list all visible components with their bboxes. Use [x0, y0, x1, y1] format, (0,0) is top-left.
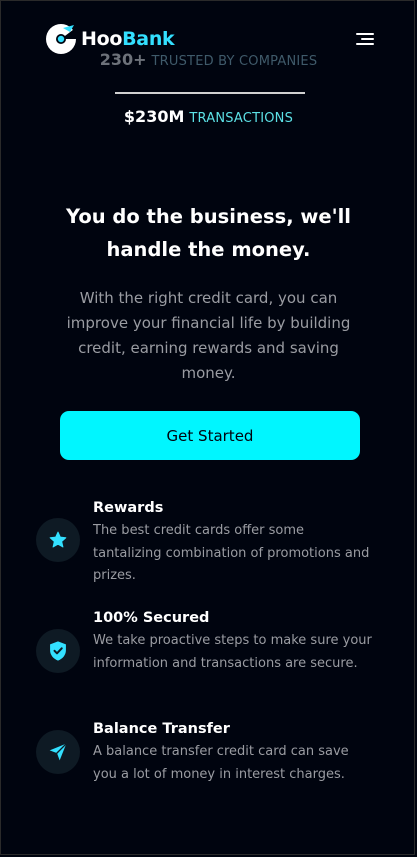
logo-text-part-b: Bank [122, 28, 175, 50]
feature-text: The best credit cards offer some tantali… [93, 523, 370, 583]
hamburger-menu-icon[interactable] [353, 30, 377, 48]
stat-divider [115, 92, 305, 94]
logo-text: HooBank [81, 28, 175, 50]
stat-label: TRANSACTIONS [189, 111, 294, 126]
stat-value: $230M [123, 107, 185, 126]
logo[interactable]: HooBank [44, 22, 175, 56]
star-icon [36, 518, 80, 562]
feature-title: Rewards [93, 500, 164, 516]
navbar: HooBank [0, 0, 417, 80]
hero-title: You do the business, we'll handle the mo… [66, 205, 351, 261]
shield-icon [36, 629, 80, 673]
feature-text: We take proactive steps to make sure you… [93, 633, 372, 671]
send-icon [36, 730, 80, 774]
feature-text: A balance transfer credit card can save … [93, 744, 349, 782]
feature-title: 100% Secured [93, 610, 210, 626]
feature-title: Balance Transfer [93, 721, 230, 737]
hoobank-logo-icon [46, 24, 78, 54]
get-started-button[interactable]: Get Started [60, 411, 360, 460]
logo-text-part-a: Hoo [81, 28, 123, 50]
hero-text: With the right credit card, you can impr… [66, 289, 351, 382]
stat-transactions: $230M TRANSACTIONS [0, 107, 417, 126]
